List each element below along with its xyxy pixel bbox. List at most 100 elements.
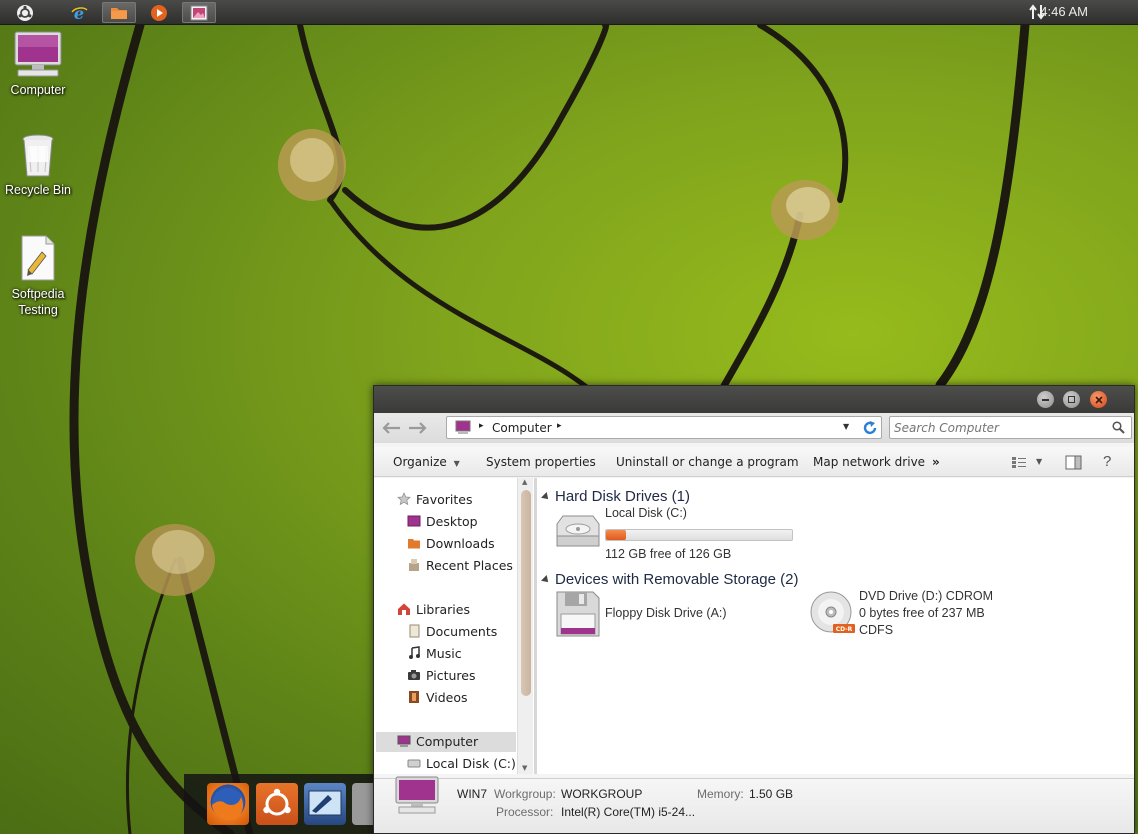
nav-label: Downloads	[426, 536, 495, 551]
desktop-icon-softpedia-testing[interactable]: Softpedia Testing	[0, 234, 76, 318]
address-bar-row: ▸ Computer ▸ ▼	[374, 413, 1134, 443]
group-header-hard-disks[interactable]: Hard Disk Drives (1)	[555, 488, 690, 505]
address-box[interactable]: ▸ Computer ▸ ▼	[446, 416, 882, 439]
nav-videos[interactable]: Videos	[409, 690, 468, 705]
downloads-folder-icon	[408, 539, 420, 549]
nav-label: Favorites	[416, 492, 473, 507]
desktop-icon-label: Computer	[10, 83, 66, 97]
ubuntu-launcher[interactable]	[256, 783, 298, 825]
map-network-drive-button[interactable]: Map network drive	[813, 455, 925, 469]
ubuntu-logo-icon	[17, 4, 33, 21]
collapse-triangle-icon[interactable]	[541, 575, 551, 585]
minimize-button[interactable]	[1037, 391, 1054, 408]
media-player-icon	[151, 4, 167, 21]
nav-label: Pictures	[426, 668, 476, 683]
photo-viewer-button[interactable]	[182, 2, 216, 23]
desktop-icon-recycle-bin[interactable]: Recycle Bin	[0, 132, 76, 198]
floppy-disk-icon	[556, 591, 600, 637]
maximize-icon	[1068, 396, 1075, 403]
drive-name: DVD Drive (D:) CDROM	[859, 589, 994, 603]
nav-downloads[interactable]: Downloads	[408, 536, 495, 551]
desktop-icon-label: Softpedia Testing	[11, 287, 65, 317]
clock[interactable]: 4:46 AM	[1040, 4, 1088, 19]
search-icon[interactable]	[1112, 421, 1125, 434]
organize-button[interactable]: Organize ▼	[393, 455, 460, 469]
view-options-icon[interactable]	[1011, 456, 1027, 469]
computer-icon	[395, 776, 439, 814]
nav-libraries[interactable]: Libraries	[398, 602, 470, 617]
internet-explorer-icon: e	[71, 4, 88, 22]
nav-recent-places[interactable]: Recent Places	[409, 558, 513, 573]
breadcrumb-chevron-icon[interactable]: ▸	[557, 421, 562, 431]
close-button[interactable]	[1090, 391, 1107, 408]
hard-drive-icon	[556, 515, 600, 547]
disk-usage-bar	[605, 529, 793, 541]
window-titlebar[interactable]	[374, 386, 1134, 413]
disk-usage-fill	[606, 530, 627, 540]
maximize-button[interactable]	[1063, 391, 1080, 408]
hard-drive-icon	[407, 759, 421, 768]
search-box[interactable]	[889, 416, 1132, 439]
nav-music[interactable]: Music	[409, 646, 462, 661]
back-arrow-icon[interactable]	[380, 419, 402, 437]
nav-label: Music	[426, 646, 462, 661]
nav-local-disk-c[interactable]: Local Disk (C:)	[407, 756, 516, 771]
display-settings-launcher[interactable]	[304, 783, 346, 825]
display-settings-icon	[308, 790, 342, 816]
nav-computer[interactable]: Computer	[397, 734, 478, 749]
more-commands-button[interactable]: »	[932, 455, 940, 469]
desktop-icon-label: Recycle Bin	[5, 183, 71, 197]
svg-text:CD-R: CD-R	[836, 626, 853, 633]
minimize-icon	[1042, 398, 1049, 401]
scrollbar-thumb[interactable]	[521, 490, 531, 696]
scroll-up-icon[interactable]: ▲	[522, 478, 527, 486]
scroll-down-icon[interactable]: ▼	[522, 764, 527, 772]
firefox-icon	[212, 788, 244, 821]
search-input[interactable]	[894, 419, 1104, 436]
firefox-launcher[interactable]	[207, 783, 249, 825]
view-dropdown-icon[interactable]: ▼	[1036, 457, 1042, 466]
organize-label: Organize	[393, 455, 447, 469]
breadcrumb-computer[interactable]: Computer	[492, 421, 552, 435]
collapse-triangle-icon[interactable]	[541, 492, 551, 502]
top-panel: e 4:46 AM	[0, 0, 1138, 25]
explorer-window: ▸ Computer ▸ ▼ Organize ▼ System propert…	[373, 385, 1135, 834]
uninstall-program-button[interactable]: Uninstall or change a program	[616, 455, 799, 469]
film-icon	[409, 691, 419, 703]
document-icon	[21, 235, 55, 281]
chevron-down-icon: ▼	[453, 459, 460, 468]
media-player-button[interactable]	[142, 2, 176, 23]
nav-desktop[interactable]: Desktop	[407, 514, 478, 529]
desktop-icon-computer[interactable]: Computer	[0, 30, 76, 98]
workgroup-label: Workgroup:	[494, 787, 556, 801]
computer-name: WIN7	[457, 787, 487, 801]
navigation-pane: Favorites Desktop Downloads Recent Place…	[374, 478, 534, 774]
refresh-icon[interactable]	[861, 419, 879, 437]
home-icon	[398, 603, 410, 615]
help-icon[interactable]: ?	[1103, 453, 1111, 470]
nav-scrollbar[interactable]: ▲ ▼	[517, 478, 533, 774]
memory-label: Memory:	[697, 787, 744, 801]
processor-label: Processor:	[496, 805, 554, 819]
nav-label: Desktop	[426, 514, 478, 529]
ubuntu-menu-button[interactable]	[8, 2, 42, 23]
nav-favorites[interactable]: Favorites	[397, 492, 473, 507]
nav-label: Videos	[426, 690, 468, 705]
file-manager-button[interactable]	[102, 2, 136, 23]
nav-label: Documents	[426, 624, 498, 639]
drive-free-space: 0 bytes free of 237 MB	[859, 606, 985, 620]
address-dropdown-icon[interactable]: ▼	[843, 422, 849, 431]
system-properties-button[interactable]: System properties	[486, 455, 596, 469]
drive-name: Floppy Disk Drive (A:)	[605, 606, 727, 620]
drive-free-space: 112 GB free of 126 GB	[605, 547, 732, 561]
breadcrumb-separator-icon[interactable]: ▸	[479, 421, 484, 431]
content-pane: Hard Disk Drives (1) Local Disk (C:) 112…	[537, 478, 1134, 774]
recent-places-icon	[409, 559, 419, 571]
command-bar: Organize ▼ System properties Uninstall o…	[374, 447, 1134, 477]
forward-arrow-icon[interactable]	[407, 419, 429, 437]
internet-explorer-button[interactable]: e	[62, 2, 96, 23]
preview-pane-icon[interactable]	[1065, 455, 1082, 470]
nav-documents[interactable]: Documents	[409, 624, 498, 639]
group-header-removable[interactable]: Devices with Removable Storage (2)	[555, 571, 798, 588]
nav-pictures[interactable]: Pictures	[408, 668, 476, 683]
